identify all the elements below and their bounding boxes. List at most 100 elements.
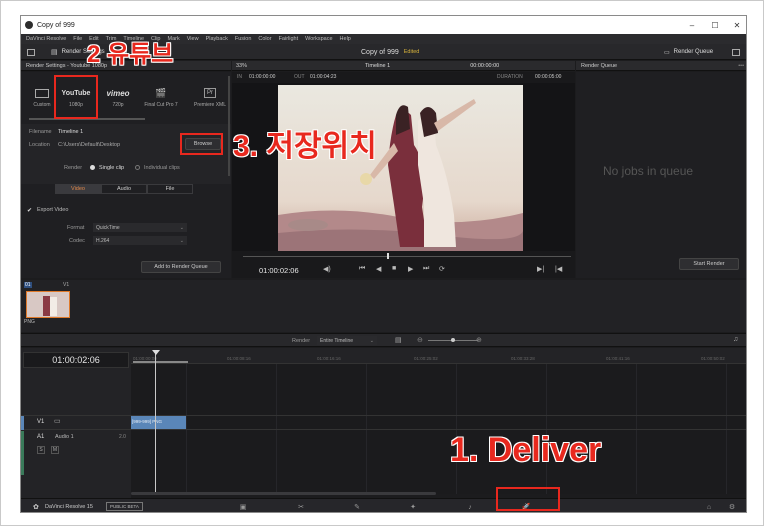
timeline-playhead[interactable] (155, 352, 156, 494)
vimeo-icon: vimeo (99, 84, 137, 102)
filename-field[interactable]: Timeline 1 (58, 129, 83, 135)
codec-select[interactable]: H.264 ⌄ (93, 236, 187, 245)
location-label: Location (29, 142, 50, 148)
zoom-out-icon[interactable]: ⊖ (417, 336, 423, 344)
menu-item-help[interactable]: Help (340, 36, 351, 42)
format-value: QuickTime (96, 224, 120, 231)
home-icon[interactable]: ⌂ (704, 502, 714, 512)
annotation-step-2: 2 유튜브 (87, 41, 174, 68)
single-clip-radio[interactable] (90, 165, 95, 170)
preset-final-cut[interactable]: 🎬 Final Cut Pro 7 (142, 84, 180, 118)
viewer-scrubber[interactable] (243, 256, 571, 257)
clip-type-label: PNG (24, 319, 35, 325)
settings-scrollbar[interactable] (228, 76, 230, 176)
fusion-page-icon[interactable]: ✦ (408, 502, 418, 512)
next-clip-icon[interactable]: ▶| (537, 265, 544, 273)
add-to-render-queue-button[interactable]: Add to Render Queue (141, 261, 221, 273)
in-label: IN (237, 74, 242, 80)
viewer-zoom[interactable]: 33% (236, 63, 247, 69)
zoom-in-icon[interactable]: ⊕ (476, 336, 482, 344)
audio-channel-format: 2.0 (119, 434, 126, 440)
timeline-ruler[interactable]: 01:00:00:00 01:00:08:16 01:00:16:16 01:0… (131, 348, 746, 364)
play-reverse-icon[interactable]: ◀ (376, 265, 381, 273)
title-bar: Copy of 999 (21, 16, 746, 34)
play-icon[interactable]: ▶ (408, 265, 413, 273)
panel-toggle-right-icon[interactable] (732, 44, 740, 60)
a1-track-label: A1 (37, 434, 45, 440)
vimeo-logo-text: vimeo (106, 88, 130, 98)
clip-thumbnail[interactable] (26, 291, 70, 318)
codec-label: Codec (69, 238, 85, 244)
chevron-down-icon: ⌄ (179, 224, 184, 231)
filename-label: Filename (29, 129, 52, 135)
preset-premiere-label: Premiere XML (194, 102, 226, 108)
annotation-step-1: 1. Deliver (450, 431, 602, 469)
timeline-clip[interactable]: [999-999] PNG (131, 416, 186, 429)
timeline-control-bar: Render Entire Timeline ⌄ ▤ ⊖ ⊕ ♫ (21, 333, 746, 347)
ruler-tick-label: 01:00:08:16 (227, 356, 251, 361)
minimize-button[interactable]: – (681, 16, 703, 34)
format-select[interactable]: QuickTime ⌄ (93, 223, 187, 232)
individual-clips-radio[interactable] (135, 165, 140, 170)
render-range-select[interactable]: Entire Timeline ⌄ (317, 336, 377, 345)
preset-vimeo[interactable]: vimeo 720p (99, 84, 137, 118)
tab-audio[interactable]: Audio (101, 184, 147, 194)
audio-track-name: Audio 1 (55, 434, 74, 440)
out-timecode: 01:00:04:23 (310, 74, 337, 80)
more-options-icon[interactable]: ••• (738, 63, 744, 69)
playhead-handle[interactable] (152, 350, 160, 355)
timeline-scrollbar[interactable] (131, 492, 436, 495)
timeline-timecode: 01:00:02:06 (23, 352, 129, 368)
menu-item-color[interactable]: Color (258, 36, 271, 42)
menu-item-view[interactable]: View (187, 36, 199, 42)
viewer-timeline-name[interactable]: Timeline 1 (365, 63, 390, 69)
menu-item-resolve[interactable]: DaVinci Resolve (26, 36, 66, 42)
skip-to-end-icon[interactable]: ⏭ (423, 265, 429, 273)
video-frame-image (278, 85, 523, 251)
menu-item-fairlight[interactable]: Fairlight (279, 36, 299, 42)
resolve-app-icon (25, 21, 33, 29)
render-range-value: Entire Timeline (320, 337, 354, 344)
close-button[interactable]: ✕ (726, 16, 746, 34)
menu-item-file[interactable]: File (73, 36, 82, 42)
maximize-button[interactable]: ☐ (704, 16, 726, 34)
media-page-icon[interactable]: ▣ (238, 502, 248, 512)
zoom-slider-handle[interactable] (451, 338, 455, 342)
skip-to-start-icon[interactable]: ⏮ (359, 265, 365, 273)
menu-item-playback[interactable]: Playback (206, 36, 228, 42)
tab-video[interactable]: Video (55, 184, 101, 194)
solo-button[interactable]: S (37, 446, 45, 454)
render-mode-label: Render (64, 165, 83, 171)
gear-icon[interactable]: ⚙ (727, 502, 737, 512)
color-page-icon[interactable]: ✎ (352, 502, 362, 512)
timeline-view-icon[interactable]: ▤ (395, 336, 402, 344)
render-queue-toggle[interactable]: ▭ Render Queue (664, 44, 713, 60)
menu-item-workspace[interactable]: Workspace (305, 36, 332, 42)
preset-premiere[interactable]: Pr Premiere XML (191, 84, 229, 118)
stop-icon[interactable]: ■ (392, 265, 396, 272)
previous-clip-icon[interactable]: |◀ (555, 265, 562, 273)
individual-clips-label: Individual clips (144, 165, 180, 171)
export-video-checkbox[interactable]: ✔ (27, 207, 32, 214)
empty-queue-message: No jobs in queue (603, 164, 694, 178)
clip-track-number: 01 (24, 282, 32, 288)
viewer-playhead[interactable] (387, 253, 389, 259)
audio-meter-icon[interactable]: ♫ (733, 336, 738, 343)
location-field[interactable]: C:\Users\Default\Desktop (58, 142, 120, 148)
render-queue-header: Render Queue ••• (576, 61, 746, 71)
start-render-button[interactable]: Start Render (679, 258, 739, 270)
menu-item-fusion[interactable]: Fusion (235, 36, 252, 42)
panel-toggle-icon[interactable] (27, 44, 37, 60)
render-range-label: Render (292, 338, 311, 344)
video-viewer[interactable] (232, 83, 575, 251)
tab-file[interactable]: File (147, 184, 193, 194)
fairlight-page-icon[interactable]: ♪ (465, 502, 475, 512)
monitor-icon[interactable]: ▭ (54, 417, 61, 425)
loop-icon[interactable]: ⟳ (439, 265, 445, 273)
premiere-icon: Pr (191, 84, 229, 102)
viewer-timecode-bar: IN 01:00:00:00 OUT 01:00:04:23 DURATION … (232, 73, 575, 82)
format-label: Format (67, 225, 85, 231)
cut-page-icon[interactable]: ✂ (296, 502, 306, 512)
mute-button[interactable]: M (51, 446, 59, 454)
volume-icon[interactable]: ◀) (323, 265, 331, 273)
